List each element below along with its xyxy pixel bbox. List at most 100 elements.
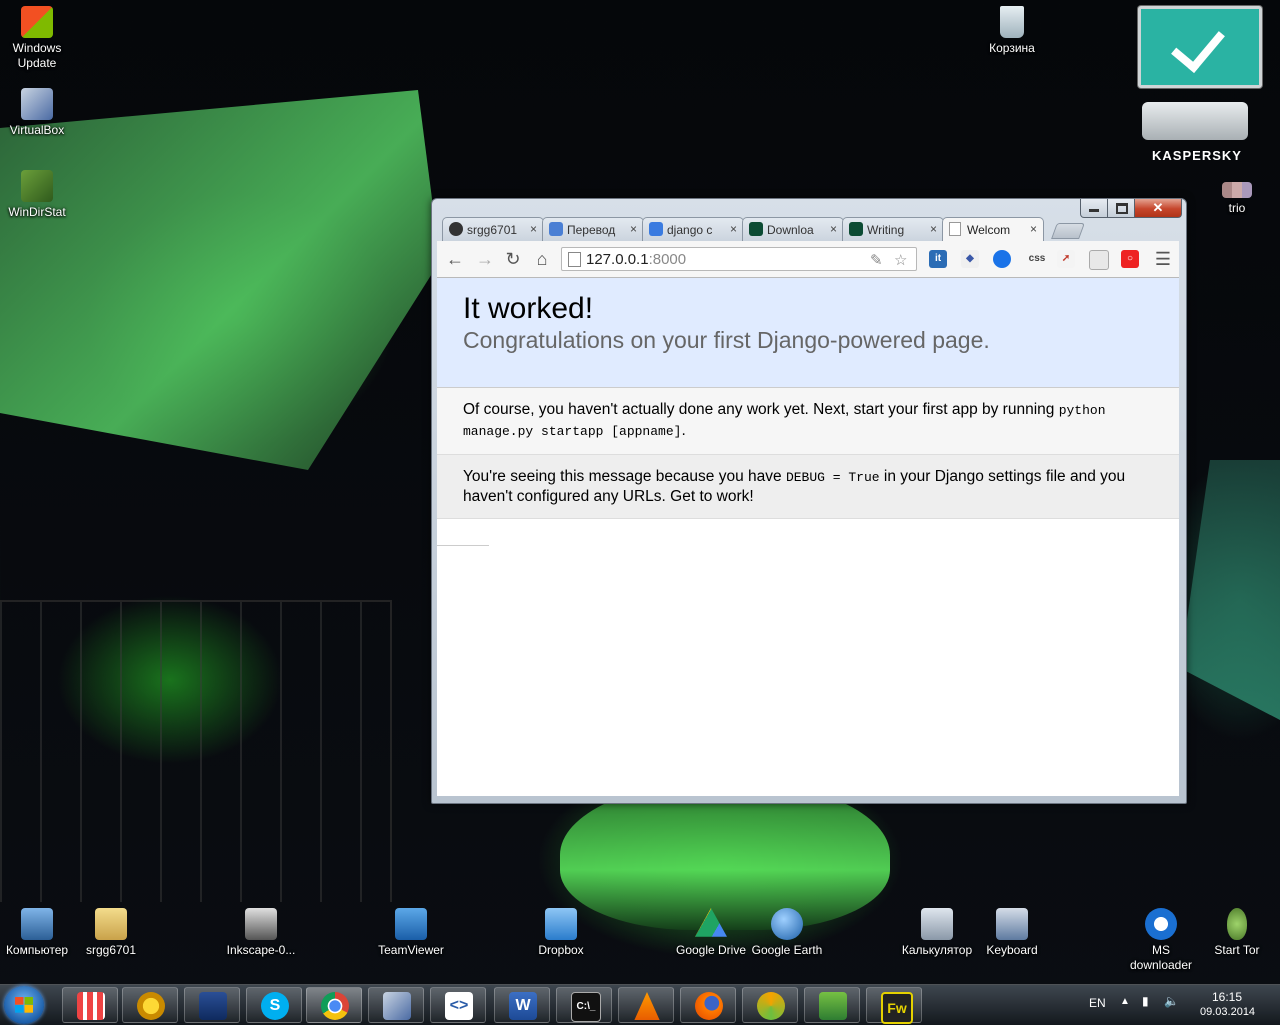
- minimize-button[interactable]: [1080, 199, 1108, 218]
- star-icon[interactable]: ☆: [894, 251, 907, 269]
- home-icon[interactable]: ⌂: [532, 249, 552, 269]
- desktop-icon-label: downloader: [1129, 958, 1193, 972]
- k-extension-icon[interactable]: [1089, 250, 1109, 270]
- desktop-icon-google-earth[interactable]: Google Earth: [750, 908, 824, 958]
- taskbar-virtualbox[interactable]: [368, 987, 424, 1023]
- desktop-icon-label: Корзина: [989, 41, 1035, 55]
- new-tab-button[interactable]: [1051, 223, 1085, 239]
- tab-google[interactable]: django c ×: [642, 217, 744, 241]
- d-extension-icon[interactable]: [993, 250, 1011, 268]
- swirl-app-icon: [757, 992, 785, 1020]
- address-port: :8000: [648, 251, 687, 268]
- desktop-icon-label: Google Earth: [751, 943, 823, 957]
- divider: [437, 545, 489, 546]
- desktop-icon-recycle-bin[interactable]: Корзина: [975, 6, 1049, 56]
- tab-strip: srgg6701 × Перевод × django c × Downloa …: [442, 217, 1162, 241]
- taskbar-skype[interactable]: S: [246, 987, 302, 1023]
- desktop-icon-trio[interactable]: trio: [1200, 182, 1274, 216]
- desktop-icon-teamviewer[interactable]: TeamViewer: [374, 908, 448, 958]
- tab-close-icon[interactable]: ×: [930, 222, 937, 236]
- desktop-icon-computer[interactable]: Компьютер: [0, 908, 74, 958]
- desktop-icon-start-tor[interactable]: Start Tor: [1200, 908, 1274, 958]
- desktop-icon-inkscape[interactable]: Inkscape-0...: [224, 908, 298, 958]
- computer-icon: [21, 908, 53, 940]
- taskbar-chrome[interactable]: [306, 987, 362, 1023]
- wallpaper-dish-left: [0, 90, 440, 470]
- back-arrow-icon[interactable]: ←: [445, 249, 465, 269]
- volume-icon[interactable]: 🔈: [1164, 994, 1179, 1008]
- tab-close-icon[interactable]: ×: [530, 222, 537, 236]
- desktop-icon-label: Start Tor: [1214, 943, 1260, 957]
- tor-icon: [1227, 908, 1247, 940]
- css-extension-icon[interactable]: css: [1023, 250, 1051, 268]
- window-close-button[interactable]: ✕: [1134, 199, 1182, 218]
- tab-title: srgg6701: [467, 223, 518, 237]
- desktop-icon-windows-update[interactable]: Windows Update: [0, 6, 74, 71]
- desktop-icon-keyboard[interactable]: Keyboard: [975, 908, 1049, 958]
- taskbar-app-green[interactable]: [804, 987, 860, 1023]
- maximize-button[interactable]: [1107, 199, 1135, 218]
- github-icon: [449, 222, 463, 236]
- floppy-icon: [199, 992, 227, 1020]
- desktop-icon-label: Dropbox: [538, 943, 584, 957]
- tab-close-icon[interactable]: ×: [630, 222, 637, 236]
- shield-extension-icon[interactable]: ◆: [961, 250, 979, 268]
- tab-close-icon[interactable]: ×: [730, 222, 737, 236]
- vlc-icon: [634, 992, 660, 1020]
- taskbar-vlc[interactable]: [618, 987, 674, 1023]
- tab-welcome[interactable]: Welcom ×: [942, 217, 1044, 241]
- tab-django-download[interactable]: Downloa ×: [742, 217, 844, 241]
- desktop-icon-virtualbox[interactable]: VirtualBox: [0, 88, 74, 138]
- tray-expand-icon[interactable]: ▲: [1120, 996, 1130, 1007]
- ms-downloader-icon: [1145, 908, 1177, 940]
- start-button[interactable]: [4, 986, 44, 1024]
- tab-django-writing[interactable]: Writing ×: [842, 217, 944, 241]
- virtualbox-icon: [21, 88, 53, 120]
- clock-time[interactable]: 16:15: [1212, 990, 1242, 1004]
- desktop-icon-calculator[interactable]: Калькулятор: [900, 908, 974, 958]
- taskbar-fireworks[interactable]: Fw: [866, 987, 922, 1024]
- taskbar-code-app[interactable]: <>: [430, 987, 486, 1023]
- taskbar-circle-app[interactable]: [122, 987, 178, 1023]
- tab-close-icon[interactable]: ×: [1030, 222, 1037, 236]
- kaspersky-extension-icon[interactable]: ➚: [1057, 250, 1075, 268]
- explanation-section: You're seeing this message because you h…: [437, 455, 1179, 519]
- desktop-icon-user-folder[interactable]: srgg6701: [74, 908, 148, 958]
- network-icon[interactable]: ▮: [1142, 994, 1149, 1008]
- taskbar-word[interactable]: W: [494, 987, 550, 1023]
- desktop-icon-label: MS: [1152, 943, 1170, 957]
- desktop-icon-dropbox[interactable]: Dropbox: [524, 908, 598, 958]
- address-bar[interactable]: 127.0.0.1:8000 ✎ ☆: [561, 247, 917, 271]
- desktop-icon-ms-downloader[interactable]: MS downloader: [1124, 908, 1198, 973]
- django-icon: [849, 222, 863, 236]
- taskbar-app-swirl[interactable]: [742, 987, 798, 1023]
- taskbar-cmd[interactable]: C:\_: [556, 987, 612, 1023]
- tab-close-icon[interactable]: ×: [830, 222, 837, 236]
- trio-icon: [1222, 182, 1252, 198]
- it-extension-icon[interactable]: it: [929, 250, 947, 268]
- desktop-icon-label: Inkscape-0...: [226, 943, 296, 957]
- tab-github[interactable]: srgg6701 ×: [442, 217, 544, 241]
- kaspersky-gadget[interactable]: KASPERSKY: [1136, 6, 1262, 166]
- reload-icon[interactable]: ↻: [503, 249, 523, 269]
- browser-window: ✕ srgg6701 × Перевод × django c × Downlo…: [431, 198, 1187, 804]
- clock-date[interactable]: 09.03.2014: [1200, 1006, 1255, 1018]
- taskbar-app-grid[interactable]: [62, 987, 118, 1023]
- translate-icon: [549, 222, 563, 236]
- explanation-code: DEBUG = True: [785, 470, 880, 485]
- taskbar-save-app[interactable]: [184, 987, 240, 1023]
- desktop-icon-google-drive[interactable]: Google Drive: [674, 908, 748, 958]
- language-indicator[interactable]: EN: [1089, 996, 1106, 1010]
- opera-extension-icon[interactable]: ○: [1121, 250, 1139, 268]
- key-icon[interactable]: ✎: [870, 251, 883, 269]
- check-icon: [1171, 16, 1225, 74]
- address-host: 127.0.0.1: [586, 251, 649, 268]
- desktop-icon-windirstat[interactable]: WinDirStat: [0, 170, 74, 220]
- page-subtitle: Congratulations on your first Django-pow…: [463, 327, 990, 353]
- menu-icon[interactable]: ☰: [1153, 249, 1173, 269]
- taskbar-firefox[interactable]: [680, 987, 736, 1023]
- folder-icon: [95, 908, 127, 940]
- forward-arrow-icon[interactable]: →: [475, 249, 495, 269]
- tab-translate[interactable]: Перевод ×: [542, 217, 644, 241]
- page-icon: [949, 222, 961, 236]
